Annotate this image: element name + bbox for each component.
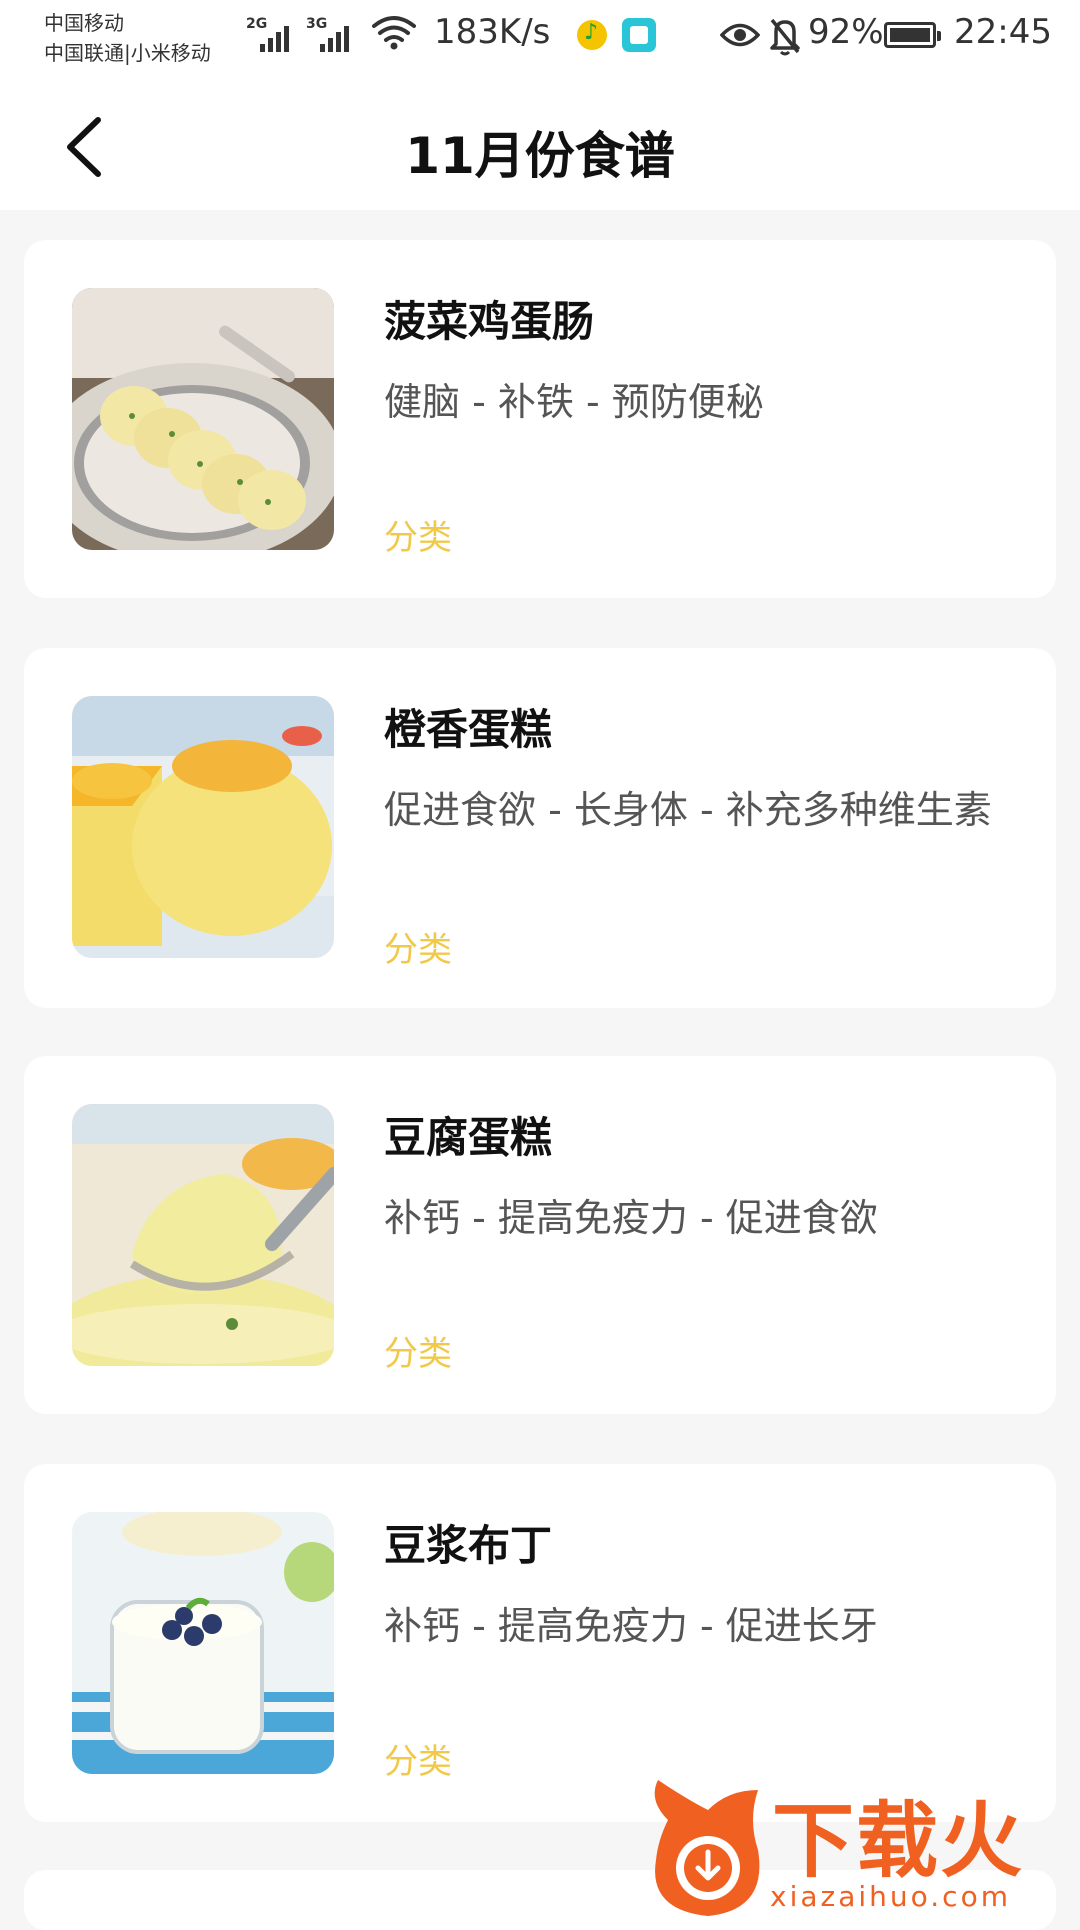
recipe-benefits: 促进食欲 - 长身体 - 补充多种维生素 <box>384 788 992 832</box>
mute-bell-icon <box>768 16 802 60</box>
battery-percent: 92% <box>808 12 884 52</box>
recipe-category-link[interactable]: 分类 <box>384 928 452 972</box>
carrier-line1: 中国移动 <box>44 11 124 35</box>
signal-icon-1: 2G <box>246 16 294 52</box>
battery-icon <box>884 22 941 48</box>
recipe-image <box>72 288 334 550</box>
network-speed: 183K/s <box>434 12 551 52</box>
page-title: 11月份食谱 <box>405 127 675 185</box>
recipe-card-tofu-cake[interactable]: 豆腐蛋糕 补钙 - 提高免疫力 - 促进食欲 分类 <box>24 1056 1056 1414</box>
reader-app-icon <box>622 18 656 52</box>
flame-logo-icon <box>648 1780 768 1924</box>
recipe-benefits: 补钙 - 提高免疫力 - 促进长牙 <box>384 1604 878 1648</box>
recipe-category-link[interactable]: 分类 <box>384 1740 452 1784</box>
recipe-benefits: 健脑 - 补铁 - 预防便秘 <box>384 380 764 424</box>
recipe-category-link[interactable]: 分类 <box>384 516 452 560</box>
title-bar: 11月份食谱 <box>0 76 1080 210</box>
recipe-card-spinach-egg-roll[interactable]: 菠菜鸡蛋肠 健脑 - 补铁 - 预防便秘 分类 <box>24 240 1056 598</box>
wifi-icon <box>372 14 416 54</box>
music-app-icon <box>577 20 607 50</box>
recipe-name: 豆腐蛋糕 <box>384 1113 553 1162</box>
watermark-url: xiazaihuo.com <box>770 1880 1011 1913</box>
signal-icon-2: 3G <box>306 16 354 52</box>
watermark-text: 下载火 <box>772 1794 1025 1889</box>
recipe-image <box>72 1512 334 1774</box>
recipe-name: 橙香蛋糕 <box>384 705 553 754</box>
carrier-info: 中国移动 中国联通|小米移动 <box>44 8 211 68</box>
recipe-benefits: 补钙 - 提高免疫力 - 促进食欲 <box>384 1196 878 1240</box>
recipe-name: 豆浆布丁 <box>384 1521 553 1570</box>
status-bar: 中国移动 中国联通|小米移动 2G 3G 183K/s ♪ 92% 22:45 <box>0 0 1080 76</box>
recipe-name: 菠菜鸡蛋肠 <box>384 297 595 346</box>
carrier-line2: 中国联通|小米移动 <box>44 41 211 65</box>
signal-group: 2G 3G <box>246 16 354 52</box>
eye-icon <box>719 22 761 52</box>
recipe-card-soymilk-pudding[interactable]: 豆浆布丁 补钙 - 提高免疫力 - 促进长牙 分类 <box>24 1464 1056 1822</box>
clock: 22:45 <box>954 12 1052 52</box>
watermark-logo: 下载火 xiazaihuo.com <box>640 1780 1080 1920</box>
recipe-card-orange-cake[interactable]: 橙香蛋糕 促进食欲 - 长身体 - 补充多种维生素 分类 <box>24 648 1056 1008</box>
recipe-image <box>72 1104 334 1366</box>
recipe-image <box>72 696 334 958</box>
recipe-category-link[interactable]: 分类 <box>384 1332 452 1376</box>
